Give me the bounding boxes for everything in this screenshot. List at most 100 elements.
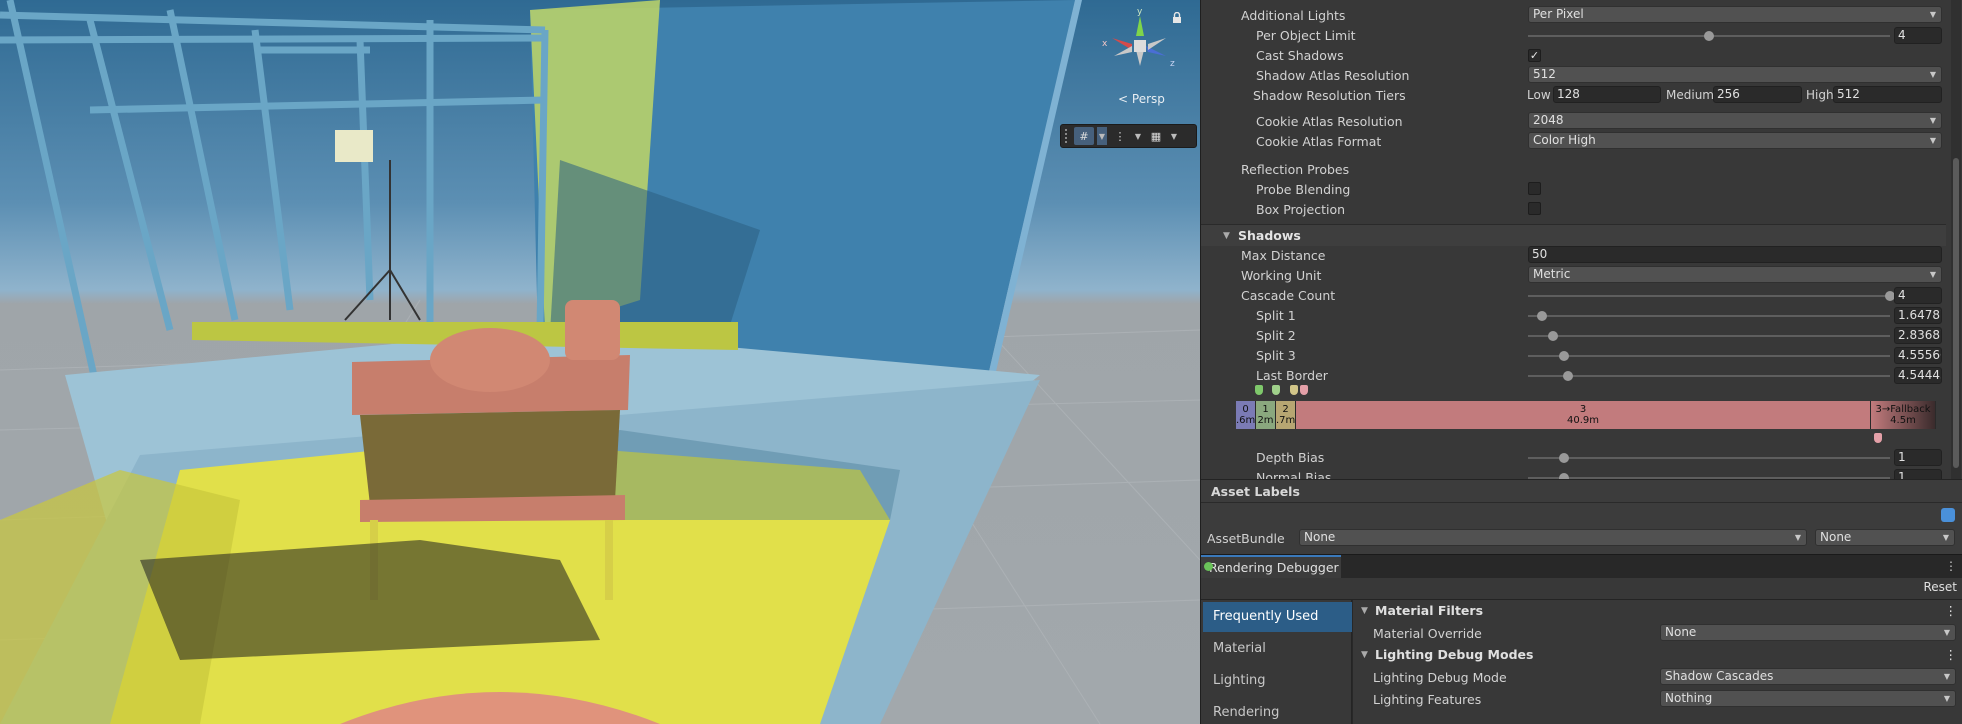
tier-medium-value: 256	[1717, 87, 1740, 101]
chevron-down-icon: ▼	[1794, 533, 1801, 542]
chevron-left-icon: <	[1118, 92, 1129, 106]
lighting-debug-mode-value: Shadow Cascades	[1665, 669, 1774, 683]
shadow-resolution-tiers-label: Shadow Resolution Tiers	[1253, 88, 1406, 103]
cascade-index-label: 3	[1579, 404, 1587, 415]
cascade-segment: 2.7m	[1276, 401, 1296, 429]
cascade-split-handle[interactable]	[1290, 385, 1298, 395]
tier-medium-field[interactable]: 256	[1713, 86, 1802, 103]
split3-value: 4.55566	[1898, 348, 1941, 362]
max-distance-label: Max Distance	[1241, 248, 1326, 263]
cascade-count-slider[interactable]	[1528, 295, 1890, 297]
cookie-atlas-format-dropdown[interactable]: Color High ▼	[1528, 132, 1942, 149]
grid-visibility-icon[interactable]: ▦	[1146, 127, 1166, 145]
scene-view[interactable]: y x z < Persp # ▼ ⋮ ▼ ▦ ▼	[0, 0, 1200, 724]
additional-lights-value: Per Pixel	[1533, 7, 1584, 21]
max-distance-field[interactable]: 50	[1528, 246, 1942, 263]
lighting-debug-mode-dropdown[interactable]: Shadow Cascades ▼	[1660, 668, 1956, 685]
cascade-split-handle[interactable]	[1300, 385, 1308, 395]
cast-shadows-checkbox[interactable]: ✓	[1528, 49, 1541, 62]
additional-lights-dropdown[interactable]: Per Pixel ▼	[1528, 6, 1942, 23]
grid-snap-icon[interactable]: #	[1074, 127, 1094, 145]
tier-low-value: 128	[1557, 87, 1580, 101]
depth-bias-label: Depth Bias	[1256, 450, 1325, 465]
split1-field[interactable]: 1.64787	[1894, 307, 1942, 324]
cascade-split-bar[interactable]: 0.6m 1 2m 2.7m 3 40.9m 3→Fallback 4.5m	[1236, 401, 1944, 429]
cascade-distance-label: .6m	[1236, 415, 1256, 426]
split2-value: 2.83687	[1898, 328, 1941, 342]
lighting-features-dropdown[interactable]: Nothing ▼	[1660, 690, 1956, 707]
split3-field[interactable]: 4.55566	[1894, 347, 1942, 364]
orientation-gizmo[interactable]: y x z	[1100, 6, 1180, 76]
split3-slider[interactable]	[1528, 355, 1890, 357]
per-object-limit-slider-thumb[interactable]	[1704, 31, 1714, 41]
shadows-section-header[interactable]: ▼ Shadows	[1201, 224, 1946, 246]
cascade-split-handle[interactable]	[1272, 385, 1280, 395]
probe-blending-checkbox[interactable]	[1528, 182, 1541, 195]
asset-variant-dropdown[interactable]: None ▼	[1815, 529, 1955, 546]
reset-button[interactable]: Reset	[1921, 580, 1959, 597]
working-unit-dropdown[interactable]: Metric ▼	[1528, 266, 1942, 283]
sidebar-item-rendering[interactable]: Rendering	[1203, 698, 1352, 724]
rendering-debugger-tab[interactable]: Rendering Debugger	[1201, 555, 1341, 578]
split1-slider-thumb[interactable]	[1537, 311, 1548, 321]
lighting-features-label: Lighting Features	[1373, 692, 1482, 707]
cascade-distance-label: 2m	[1257, 415, 1274, 426]
sidebar-item-material[interactable]: Material	[1203, 634, 1352, 664]
grid-dropdown-chevron-icon[interactable]: ▼	[1097, 127, 1107, 145]
depth-bias-field[interactable]: 1	[1894, 449, 1942, 466]
inspector-panel: Additional Lights Per Pixel ▼ Per Object …	[1200, 0, 1962, 724]
last-border-field[interactable]: 4.54443	[1894, 367, 1942, 384]
cascade-index-label: 1	[1262, 404, 1269, 415]
split2-slider-thumb[interactable]	[1548, 331, 1559, 341]
sidebar-item-lighting[interactable]: Lighting	[1203, 666, 1352, 696]
last-border-slider-thumb[interactable]	[1562, 371, 1573, 381]
per-object-limit-value: 4	[1898, 28, 1906, 42]
depth-bias-slider-thumb[interactable]	[1559, 453, 1570, 463]
split3-label: Split 3	[1256, 348, 1296, 363]
chevron-down-icon: ▼	[1929, 10, 1936, 19]
split2-slider[interactable]	[1528, 335, 1890, 337]
rendering-debugger-title: Rendering Debugger	[1209, 560, 1339, 575]
cascade-segment: 3 40.9m	[1296, 401, 1871, 429]
shadow-atlas-resolution-dropdown[interactable]: 512 ▼	[1528, 66, 1942, 83]
normal-bias-field[interactable]: 1	[1894, 469, 1942, 479]
increment-snap-icon[interactable]: ⋮	[1110, 127, 1130, 145]
window-menu-icon[interactable]: ⋮	[1945, 559, 1957, 573]
cookie-atlas-resolution-dropdown[interactable]: 2048 ▼	[1528, 112, 1942, 129]
last-border-slider[interactable]	[1528, 375, 1890, 377]
foldout-open-icon: ▼	[1361, 650, 1368, 660]
snap-dropdown-chevron-icon[interactable]: ▼	[1133, 127, 1143, 145]
material-filters-header[interactable]: ▼ Material Filters ⋮	[1353, 600, 1962, 622]
sidebar-item-frequently-used[interactable]: Frequently Used	[1203, 602, 1352, 632]
projection-toggle[interactable]: < Persp	[1118, 92, 1165, 106]
grid-visibility-chevron-icon[interactable]: ▼	[1169, 127, 1179, 145]
label-tag-icon[interactable]	[1941, 508, 1955, 522]
split2-field[interactable]: 2.83687	[1894, 327, 1942, 344]
scene-render[interactable]	[0, 0, 1200, 724]
tier-low-field[interactable]: 128	[1553, 86, 1661, 103]
cascade-split-handle[interactable]	[1255, 385, 1263, 395]
gizmo-x-label: x	[1102, 39, 1108, 49]
asset-bundle-dropdown[interactable]: None ▼	[1299, 529, 1807, 546]
split1-slider[interactable]	[1528, 315, 1890, 317]
cascade-count-field[interactable]: 4	[1894, 287, 1942, 304]
box-projection-checkbox[interactable]	[1528, 202, 1541, 215]
depth-bias-slider[interactable]	[1528, 457, 1890, 459]
material-override-dropdown[interactable]: None ▼	[1660, 624, 1956, 641]
per-object-limit-field[interactable]: 4	[1894, 27, 1942, 44]
chevron-down-icon: ▼	[1929, 70, 1936, 79]
split3-slider-thumb[interactable]	[1559, 351, 1570, 361]
lighting-debug-modes-title: Lighting Debug Modes	[1375, 647, 1534, 662]
lock-icon[interactable]	[1172, 12, 1182, 23]
drag-handle[interactable]	[1065, 129, 1071, 143]
inspector-scrollbar[interactable]	[1951, 0, 1961, 479]
section-menu-icon[interactable]: ⋮	[1945, 603, 1958, 618]
scrollbar-thumb[interactable]	[1953, 158, 1959, 468]
tier-high-field[interactable]: 512	[1833, 86, 1942, 103]
section-menu-icon[interactable]: ⋮	[1945, 647, 1958, 662]
chevron-down-icon: ▼	[1943, 672, 1950, 681]
last-border-label: Last Border	[1256, 368, 1328, 383]
asset-labels-panel: Asset Labels AssetBundle None ▼ None ▼	[1201, 479, 1962, 554]
fallback-border-handle[interactable]	[1874, 433, 1882, 443]
lighting-debug-modes-header[interactable]: ▼ Lighting Debug Modes ⋮	[1353, 644, 1962, 666]
